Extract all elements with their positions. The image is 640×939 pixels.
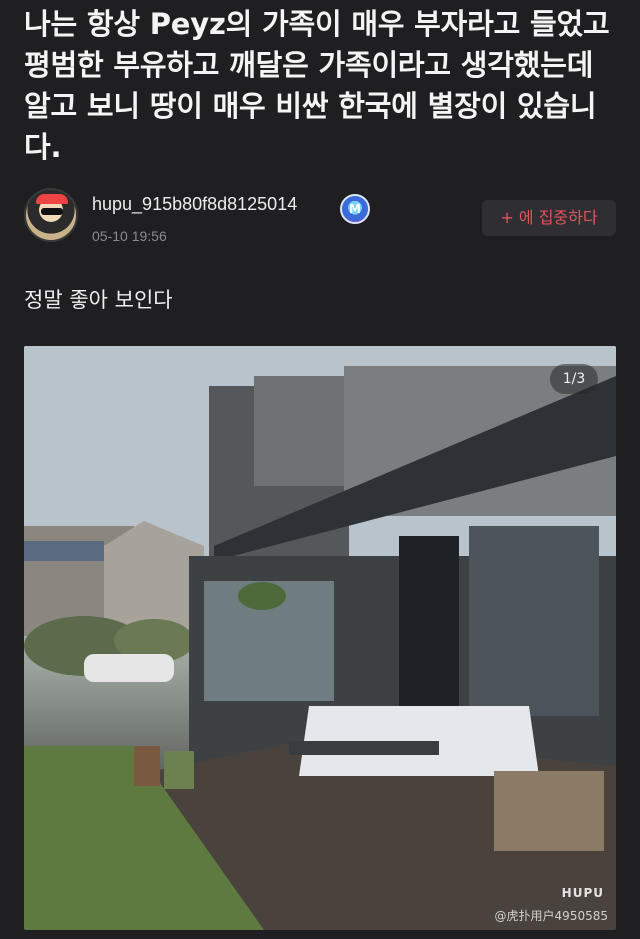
verified-badge-icon: M [340, 194, 370, 224]
hupu-watermark: HUPU [561, 886, 604, 900]
post-page: 나는 항상 Peyz의 가족이 매우 부자라고 들었고 평범한 부유하고 깨달은… [0, 0, 640, 939]
post-title: 나는 항상 Peyz의 가족이 매우 부자라고 들었고 평범한 부유하고 깨달은… [24, 7, 610, 164]
source-watermark: @虎扑用户4950585 [494, 909, 608, 923]
author-username[interactable]: hupu_915b80f8d8125014 [92, 194, 297, 215]
post-comment: 정말 좋아 보인다 [24, 288, 173, 312]
image-counter: 1/3 [550, 364, 598, 394]
follow-button[interactable]: + 에 집중하다 [482, 200, 616, 236]
avatar[interactable] [24, 188, 78, 242]
post-timestamp: 05-10 19:56 [92, 228, 167, 244]
author-row: hupu_915b80f8d8125014 M 05-10 19:56 + 에 … [24, 186, 618, 250]
house-photo-illustration [24, 346, 616, 930]
avatar-cap-shape [36, 194, 68, 204]
avatar-sunglasses-shape [41, 208, 63, 215]
post-photo[interactable]: 1/3 HUPU @虎扑用户4950585 [24, 346, 616, 930]
